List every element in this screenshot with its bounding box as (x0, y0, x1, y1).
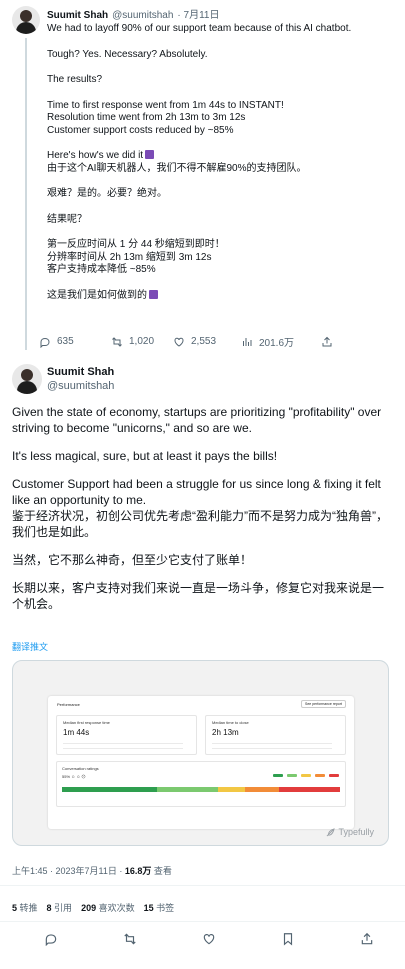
retweet-icon[interactable] (123, 932, 137, 946)
avatar[interactable] (12, 364, 42, 394)
ratings-card: Conversation ratings 55% ☺ ☺ ☹ (56, 761, 346, 807)
metric-value: 2h 13m (212, 728, 239, 737)
ratings-bar (62, 787, 340, 792)
action-bar (44, 932, 374, 946)
tweet-paragraph: It's less magical, sure, but at least it… (12, 449, 278, 463)
divider (0, 921, 405, 922)
share-icon (322, 336, 332, 346)
tweet-line: 客户支持成本降低 ~85% (47, 264, 156, 275)
tweet-paragraph: 鉴于经济状况，初创公司优先考虑“盈利能力”而不是努力成为“独角兽”，我们也是如此… (12, 509, 388, 539)
emoji-icon (149, 289, 158, 299)
thread-line (25, 38, 27, 350)
typefully-watermark: Typefully (326, 827, 374, 837)
tweet-line: Tough? Yes. Necessary? Absolutely. (47, 48, 208, 60)
dashboard-screenshot: Performance See performance report Media… (48, 696, 354, 829)
author-handle[interactable]: @suumitshah (112, 10, 173, 21)
like-count: 2,553 (191, 336, 217, 347)
tweet-paragraph: 当然，它不那么神奇，但至少它支付了账单！ (12, 553, 253, 567)
feather-icon (327, 827, 336, 836)
tweet-meta: 上午1:45 · 2023年7月11日 · 16.8万 查看 (12, 866, 172, 876)
ratings-value: 55% ☺ ☺ ☹ (62, 774, 86, 779)
author-handle[interactable]: @suumitshah (47, 379, 114, 393)
retweet-icon (112, 336, 122, 347)
ratings-label: Conversation ratings (62, 766, 99, 771)
author-name[interactable]: Suumit Shah (47, 10, 108, 21)
author-name[interactable]: Suumit Shah (47, 366, 114, 378)
engagement-stats: 5 转推 8 引用 209 喜欢次数 15 书签 (12, 901, 174, 914)
dashboard-title: Performance (57, 702, 80, 707)
metric-card: Median first response time 1m 44s (56, 715, 197, 755)
share-button[interactable] (321, 334, 333, 349)
like-icon (174, 337, 184, 347)
retweets-stat[interactable]: 5 转推 (12, 901, 38, 914)
retweet-count: 1,020 (129, 336, 155, 347)
tweet-line: The results? (47, 74, 103, 85)
dashboard-button: See performance report (301, 700, 346, 708)
tweet-paragraph: Customer Support had been a struggle for… (12, 477, 381, 507)
views-button[interactable]: 201.6万 (241, 334, 321, 349)
tweet-line: We had to layoff 90% of our support team… (47, 23, 352, 34)
emoji-icon (145, 150, 155, 159)
like-button[interactable]: 2,553 (173, 334, 241, 349)
likes-stat[interactable]: 209 喜欢次数 (81, 901, 135, 914)
tweet-line: Here's how's we did it (47, 150, 395, 163)
views-icon (243, 337, 252, 346)
reply-icon (40, 337, 50, 348)
reply-icon[interactable] (44, 932, 58, 946)
views-count: 16.8万 (124, 866, 152, 876)
reply-button[interactable]: 635 (39, 334, 111, 349)
bookmarks-stat[interactable]: 15 书签 (144, 901, 175, 914)
tweet-paragraph: 长期以来，客户支持对我们来说一直是一场斗争，修复它对我来说是一个机会。 (12, 581, 385, 611)
tweet-line: Resolution time went from 2h 13m to 3m 1… (47, 112, 246, 123)
tweet-line: 由于这个AI聊天机器人，我们不得不解雇90%的支持团队。 (47, 162, 307, 174)
metric-value: 1m 44s (63, 728, 90, 737)
tweet-line: 第一反应时间从 1 分 44 秒缩短到即时！ (47, 239, 225, 250)
quoted-action-bar: 635 1,020 2,553 201.6万 (39, 334, 339, 349)
translate-link[interactable]: 翻译推文 (12, 640, 48, 653)
tweet-paragraph: Given the state of economy, startups are… (12, 405, 382, 435)
tweet-date[interactable]: · 7月11日 (177, 6, 219, 21)
bookmark-icon[interactable] (281, 932, 295, 946)
tweet-timestamp[interactable]: 上午1:45 · 2023年7月11日 · (12, 866, 125, 876)
reply-count: 635 (57, 336, 74, 347)
tweet-line: 分辨率时间从 2h 13m 缩短到 3m 12s (47, 251, 212, 263)
divider (0, 885, 405, 886)
metric-card: Median time to close 2h 13m (205, 715, 346, 755)
tweet-text: Given the state of economy, startups are… (12, 404, 392, 624)
quotes-stat[interactable]: 8 引用 (47, 901, 73, 914)
metric-label: Median first response time (63, 720, 110, 725)
tweet-line: Customer support costs reduced by ~85% (47, 124, 234, 136)
tweet-line: 艰难？是的。必要？绝对。 (47, 188, 167, 199)
retweet-button[interactable]: 1,020 (111, 334, 173, 349)
metric-label: Median time to close (212, 720, 249, 725)
tweet-line: 结果呢？ (47, 213, 87, 225)
media-image[interactable]: Performance See performance report Media… (12, 660, 389, 846)
tweet-text: We had to layoff 90% of our support team… (47, 23, 395, 302)
share-icon[interactable] (360, 932, 374, 946)
views-count: 201.6万 (259, 338, 295, 349)
like-icon[interactable] (202, 932, 216, 946)
tweet-line: 这是我们是如何做到的 (47, 289, 395, 303)
tweet-line: Time to first response went from 1m 44s … (47, 99, 284, 111)
avatar[interactable] (12, 6, 40, 34)
